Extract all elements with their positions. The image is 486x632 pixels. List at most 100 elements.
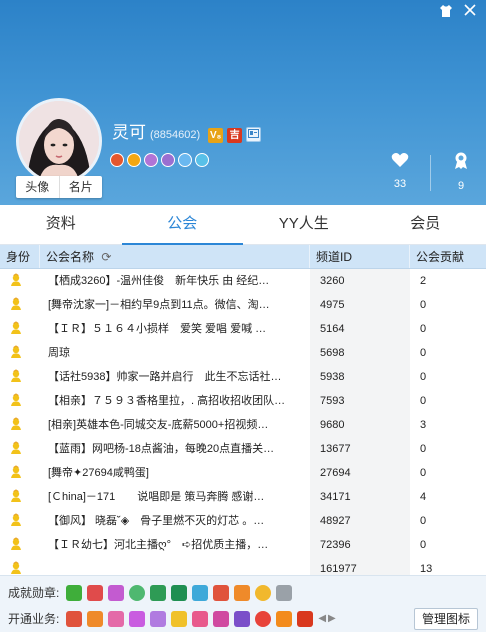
manage-icons-button[interactable]: 管理图标 <box>414 608 478 630</box>
skin-icon[interactable] <box>438 4 454 20</box>
id-card-icon[interactable] <box>246 127 262 142</box>
col-contribution[interactable]: 公会贡献 <box>410 245 486 268</box>
trophy-stat[interactable]: 9 <box>441 152 481 192</box>
guild-name-cell[interactable]: [Ｃhina]－171 说唱即是 策马奔腾 感谢… <box>40 485 310 509</box>
avatar-button[interactable]: 头像 <box>16 176 60 198</box>
table-row[interactable]: 【蓝雨】网吧杨-18点酱油，每晚20点直播关… 13677 0 <box>0 437 486 461</box>
role-cell <box>0 437 40 461</box>
achievement-icon[interactable] <box>213 584 230 601</box>
likes-stat[interactable]: 33 <box>380 152 420 190</box>
service-icon[interactable] <box>171 610 188 627</box>
table-row[interactable]: [Ｃhina]－171 说唱即是 策马奔腾 感谢… 34171 4 <box>0 485 486 509</box>
contribution-cell: 0 <box>420 467 427 479</box>
contribution-cell: 0 <box>420 371 427 383</box>
guild-name-cell[interactable]: 【ＩＲ幼七】河北主播ღ° ➪招优质主播，… <box>40 533 310 557</box>
medal-red-icon[interactable] <box>110 153 124 167</box>
guild-name-cell[interactable]: [相亲]英雄本色-同城交友-底薪5000+招视频… <box>40 413 310 437</box>
avatar[interactable] <box>16 98 102 184</box>
channel-id-cell: 5938 <box>310 365 410 389</box>
trophy-icon <box>441 152 481 174</box>
service-icon[interactable] <box>66 610 83 627</box>
service-icon[interactable] <box>192 610 209 627</box>
diamond-medal-icon[interactable] <box>178 153 192 167</box>
close-icon[interactable] <box>462 4 478 20</box>
guild-name-cell[interactable]: 周琼 <box>40 341 310 365</box>
services-row: 开通业务: ◀ ▶ <box>8 610 336 627</box>
achievement-icon[interactable] <box>150 584 167 601</box>
tab-profile[interactable]: 资料 <box>0 205 122 244</box>
profile-tabs: 资料 公会 YY人生 会员 <box>0 205 486 245</box>
purple-medal-icon[interactable] <box>161 153 175 167</box>
achievement-icon[interactable] <box>234 584 251 601</box>
table-row[interactable]: 【ＩＲ】５１６４小损样 爱笑 爱唱 爱喊 … 5164 0 <box>0 317 486 341</box>
refresh-icon[interactable]: ⟳ <box>101 245 111 269</box>
channel-id-cell: 27694 <box>310 461 410 485</box>
achievement-icon[interactable] <box>87 584 104 601</box>
service-icon[interactable] <box>297 610 314 627</box>
channel-id-cell: 4975 <box>310 293 410 317</box>
tab-membership[interactable]: 会员 <box>365 205 486 244</box>
service-icon[interactable] <box>108 610 125 627</box>
crown-medal-icon[interactable] <box>127 153 141 167</box>
channel-id-cell: 48927 <box>310 509 410 533</box>
achievements-label: 成就勋章: <box>8 586 60 600</box>
table-row[interactable]: 【话社5938】帅家一路并启行 此生不忘话社… 5938 0 <box>0 365 486 389</box>
achievement-icon[interactable] <box>108 584 125 601</box>
service-icon[interactable] <box>87 610 104 627</box>
service-icon[interactable] <box>255 610 272 627</box>
member-role-icon <box>9 560 23 574</box>
ji-badge[interactable]: 吉 <box>227 128 243 143</box>
contribution-cell: 0 <box>420 539 427 551</box>
guild-name-cell[interactable]: 【蓝雨】网吧杨-18点酱油，每晚20点直播关… <box>40 437 310 461</box>
guild-name-cell[interactable]: 【御风】 晓磊˘◈ 骨子里燃不灭的灯芯 。… <box>40 509 310 533</box>
achievement-icon[interactable] <box>129 584 146 601</box>
table-row[interactable]: [舞帝✦27694咸鸭蛋] 27694 0 <box>0 461 486 485</box>
member-role-icon <box>9 272 23 286</box>
services-label: 开通业务: <box>8 612 60 626</box>
contribution-cell: 0 <box>420 323 427 335</box>
col-role[interactable]: 身份 <box>0 245 40 268</box>
guild-name-cell[interactable]: 【栖成3260】-温州佳俊 新年快乐 由 经纪… <box>40 269 310 293</box>
contribution-cell: 0 <box>420 395 427 407</box>
table-row[interactable]: 【栖成3260】-温州佳俊 新年快乐 由 经纪… 3260 2 <box>0 269 486 293</box>
channel-id-cell: 13677 <box>310 437 410 461</box>
scroll-right-icon[interactable]: ▶ <box>328 613 336 624</box>
achievement-icon[interactable] <box>192 584 209 601</box>
guild-name-cell[interactable]: 【相亲】７５９３香格里拉，. 高招收招收团队… <box>40 389 310 413</box>
purple-medal-icon[interactable] <box>144 153 158 167</box>
tab-guild[interactable]: 公会 <box>121 205 244 245</box>
table-row[interactable]: 【御风】 晓磊˘◈ 骨子里燃不灭的灯芯 。… 48927 0 <box>0 509 486 533</box>
guild-name-cell[interactable] <box>40 557 310 575</box>
role-cell <box>0 533 40 557</box>
achievement-icon[interactable] <box>171 584 188 601</box>
service-icon[interactable] <box>276 610 293 627</box>
card-button[interactable]: 名片 <box>60 176 103 198</box>
tab-yy-life[interactable]: YY人生 <box>243 205 365 244</box>
service-icon[interactable] <box>129 610 146 627</box>
contribution-cell: 3 <box>420 419 427 431</box>
service-icon[interactable] <box>150 610 167 627</box>
achievement-icon[interactable] <box>276 584 293 601</box>
member-role-icon <box>9 440 23 454</box>
member-role-icon <box>9 488 23 502</box>
achievement-icon[interactable] <box>255 584 272 601</box>
scroll-left-icon[interactable]: ◀ <box>318 613 326 624</box>
guild-name-cell[interactable]: [舞帝✦27694咸鸭蛋] <box>40 461 310 485</box>
table-row[interactable]: 【相亲】７５９３香格里拉，. 高招收招收团队… 7593 0 <box>0 389 486 413</box>
service-icon[interactable] <box>213 610 230 627</box>
col-channel-id[interactable]: 频道ID <box>310 245 410 268</box>
achievement-icon[interactable] <box>66 584 83 601</box>
diamond-medal-icon[interactable] <box>195 153 209 167</box>
table-row[interactable]: 周琼 5698 0 <box>0 341 486 365</box>
heart-icon <box>380 152 420 172</box>
service-icon[interactable] <box>234 610 251 627</box>
vip-level-badge[interactable]: V₈ <box>208 128 224 143</box>
table-row[interactable]: 【ＩＲ幼七】河北主播ღ° ➪招优质主播，… 72396 0 <box>0 533 486 557</box>
guild-name-cell[interactable]: 【ＩＲ】５１６４小损样 爱笑 爱唱 爱喊 … <box>40 317 310 341</box>
col-guild-name[interactable]: 公会名称 ⟳ <box>40 245 310 268</box>
guild-name-cell[interactable]: [舞帝沈家一]－相约早9点到11点。微信、淘… <box>40 293 310 317</box>
table-row[interactable]: [舞帝沈家一]－相约早9点到11点。微信、淘… 4975 0 <box>0 293 486 317</box>
guild-name-cell[interactable]: 【话社5938】帅家一路并启行 此生不忘话社… <box>40 365 310 389</box>
table-row[interactable]: 161977 13 <box>0 557 486 575</box>
table-row[interactable]: [相亲]英雄本色-同城交友-底薪5000+招视频… 9680 3 <box>0 413 486 437</box>
